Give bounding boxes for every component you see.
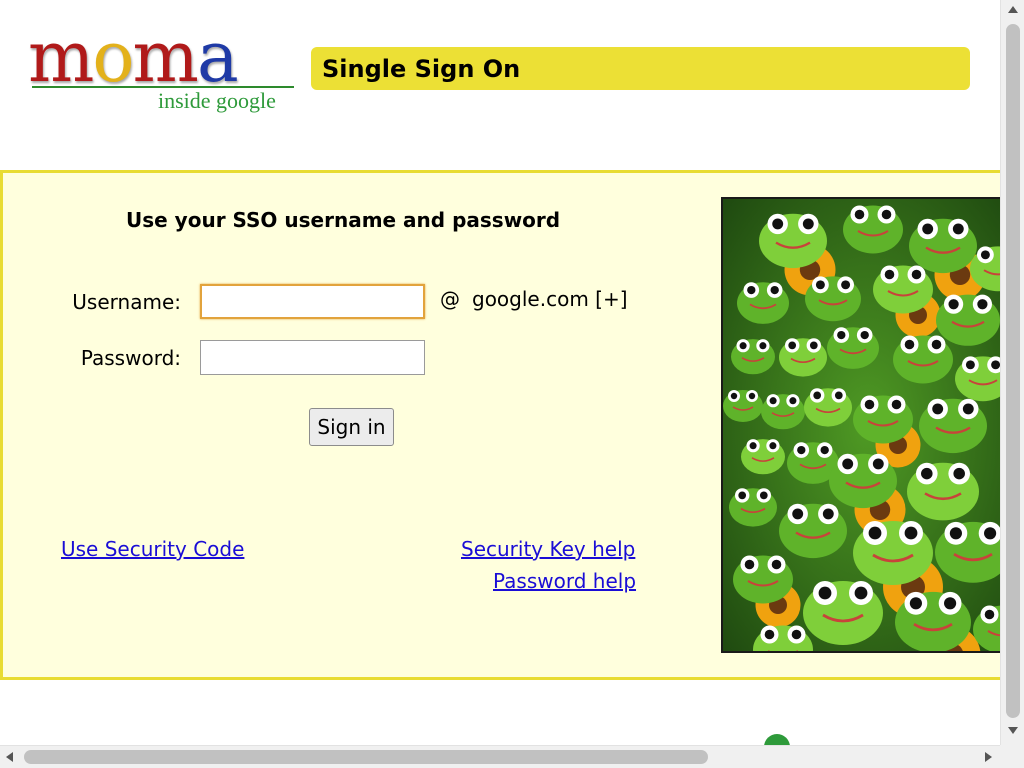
- moma-logo: moma inside google: [28, 22, 298, 122]
- vertical-scrollbar[interactable]: [1000, 0, 1024, 745]
- frog-figurine: [737, 282, 789, 324]
- scroll-up-arrow-icon[interactable]: [1008, 6, 1018, 13]
- security-key-help-link[interactable]: Security Key help: [461, 537, 635, 561]
- scrollbar-corner: [1000, 745, 1024, 768]
- frog-figurine: [843, 205, 903, 254]
- page-title-bar: Single Sign On: [311, 47, 970, 90]
- frog-figurines-image: [723, 199, 1009, 651]
- frog-figurine: [804, 388, 852, 427]
- frog-figurine: [805, 276, 861, 322]
- frog-figurine: [729, 488, 777, 527]
- horizontal-scroll-thumb[interactable]: [24, 750, 708, 764]
- login-heading: Use your SSO username and password: [126, 208, 561, 232]
- sign-in-button[interactable]: Sign in: [309, 408, 394, 446]
- frog-figurine: [761, 394, 805, 430]
- frog-figurine: [936, 294, 1000, 346]
- logo-wordmark: moma: [28, 16, 239, 98]
- frog-figurines-photo: [721, 197, 1011, 653]
- scroll-left-arrow-icon[interactable]: [6, 752, 13, 762]
- username-input[interactable]: [200, 284, 425, 319]
- password-input[interactable]: [200, 340, 425, 375]
- frog-figurine: [741, 439, 785, 475]
- password-help-link[interactable]: Password help: [493, 569, 636, 593]
- frog-figurine: [731, 339, 775, 375]
- frog-figurine: [779, 338, 827, 377]
- domain-suffix: @ google.com [+]: [440, 287, 628, 311]
- horizontal-scrollbar[interactable]: [0, 745, 1000, 768]
- frog-figurine: [779, 503, 847, 559]
- frog-figurine: [893, 335, 953, 384]
- frog-figurine: [919, 398, 987, 454]
- frog-figurine: [827, 327, 879, 369]
- logo-subtitle: inside google: [158, 88, 276, 113]
- domain-selector[interactable]: google.com [+]: [472, 287, 628, 311]
- frog-figurine: [803, 581, 883, 645]
- frog-figurine: [907, 462, 979, 521]
- scroll-down-arrow-icon[interactable]: [1008, 727, 1018, 734]
- scroll-right-arrow-icon[interactable]: [985, 752, 992, 762]
- use-security-code-link[interactable]: Use Security Code: [61, 537, 244, 561]
- password-label: Password:: [80, 346, 181, 370]
- page-title: Single Sign On: [322, 54, 521, 83]
- username-label: Username:: [72, 290, 181, 314]
- at-sign: @: [440, 287, 460, 311]
- vertical-scroll-thumb[interactable]: [1006, 24, 1020, 718]
- frog-figurine: [723, 390, 763, 422]
